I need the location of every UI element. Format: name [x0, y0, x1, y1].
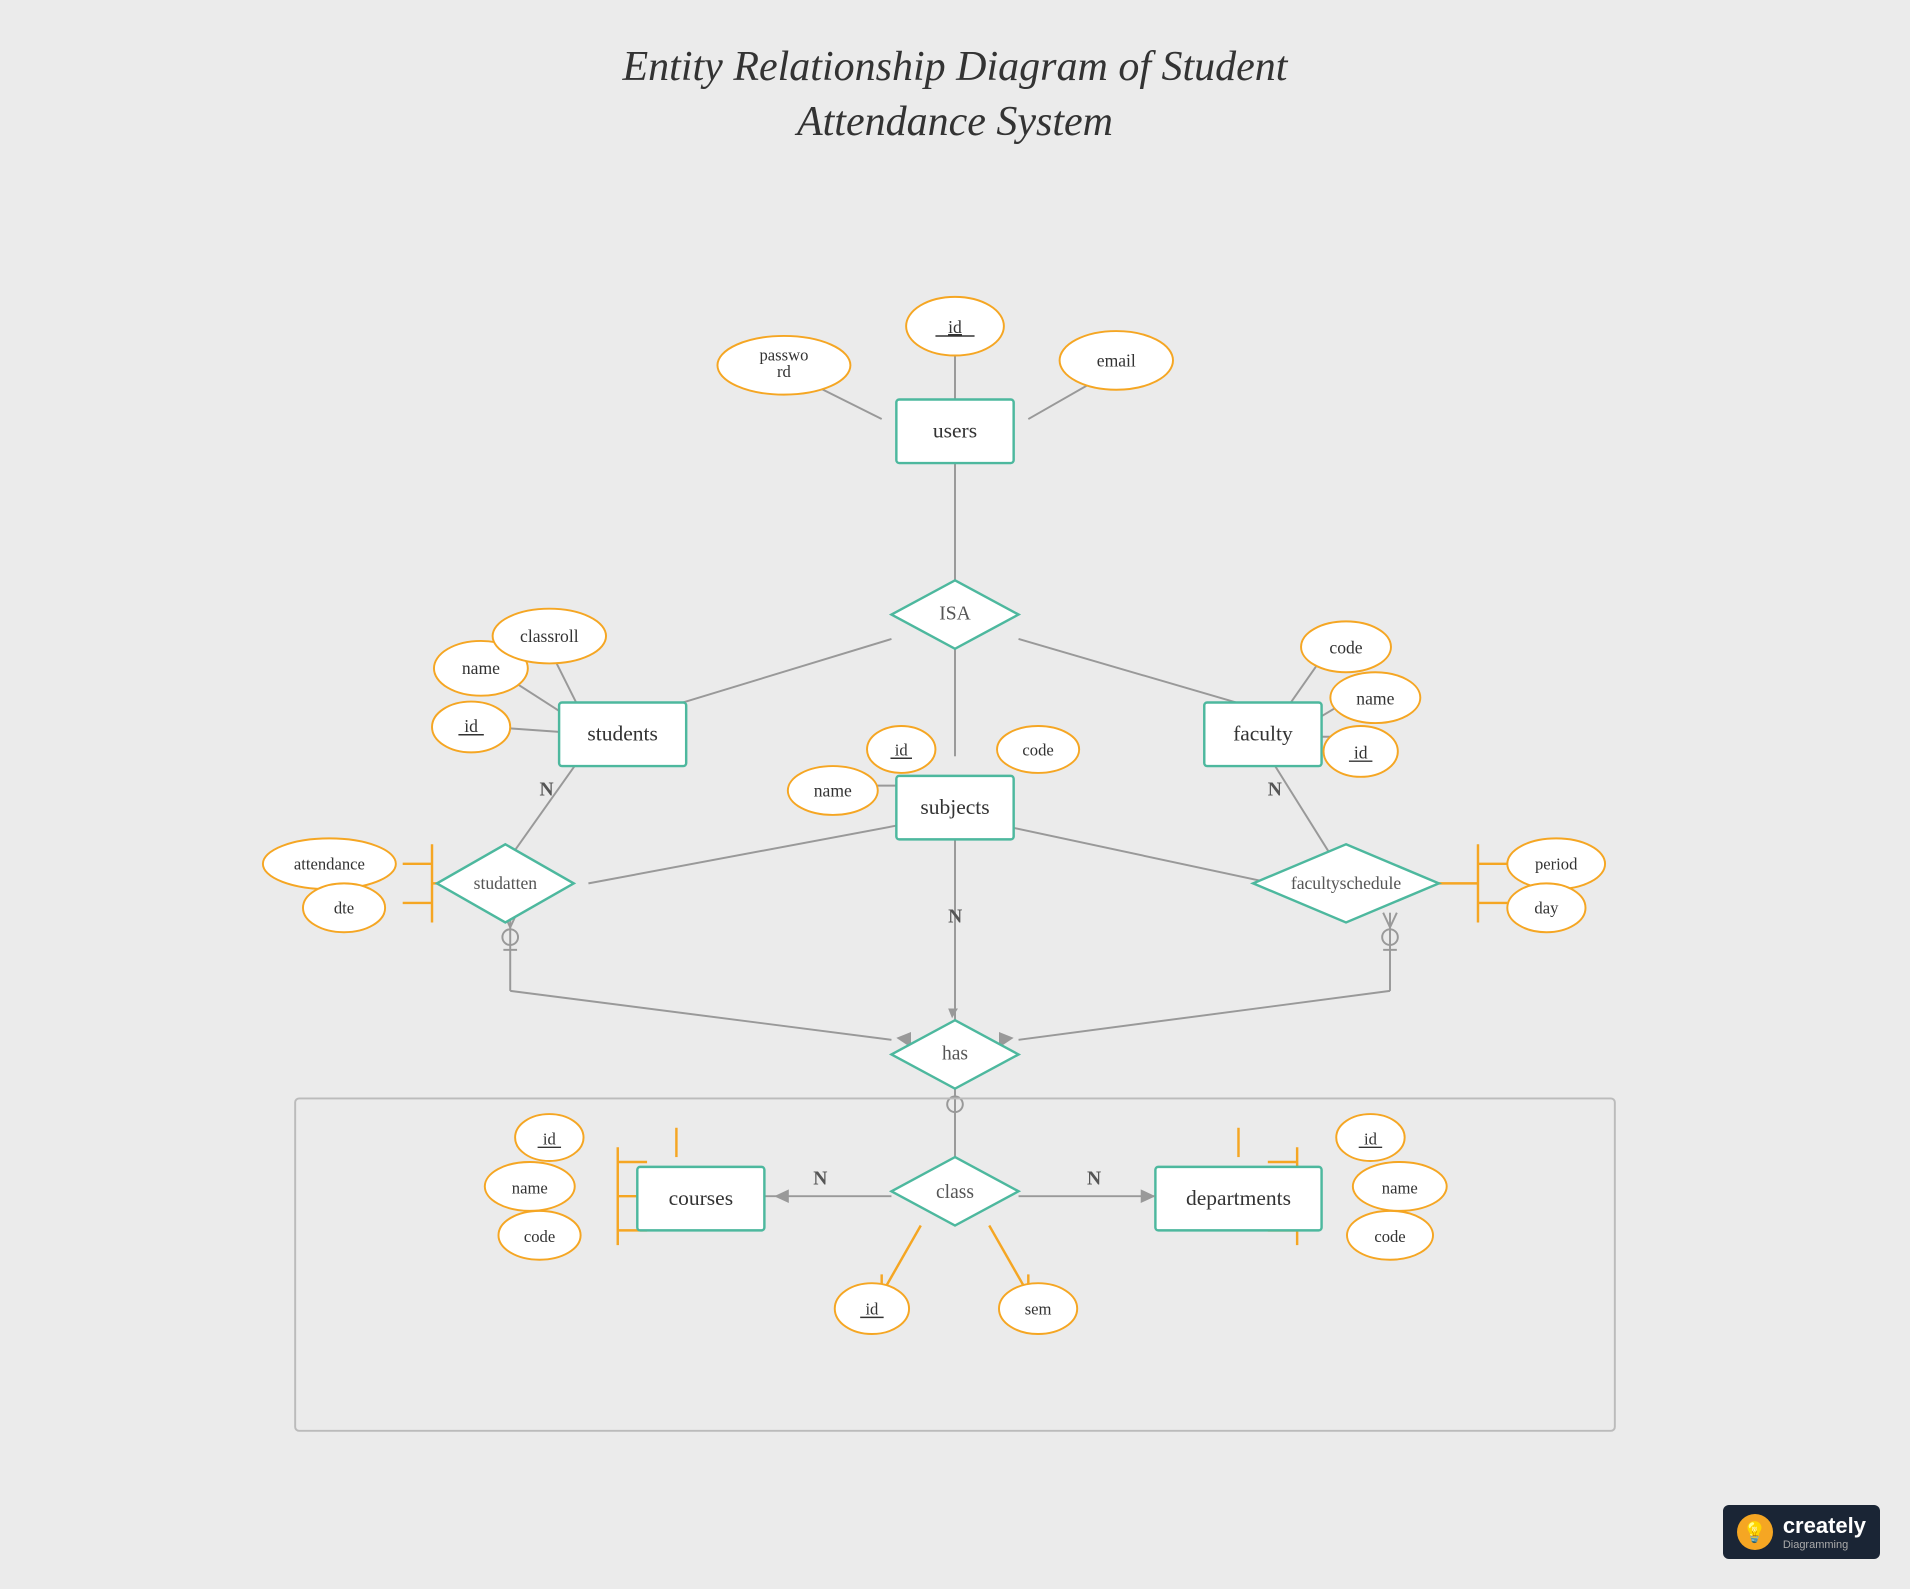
isa-label: ISA	[939, 603, 971, 624]
facultyschedule-label: facultyschedule	[1291, 873, 1401, 893]
n-label-subjects-has: N	[948, 906, 962, 927]
creately-logo: 💡 creately Diagramming	[1723, 1505, 1880, 1559]
faculty-entity-label: faculty	[1233, 722, 1293, 746]
subjects-id-attr: id	[895, 740, 909, 759]
courses-name-attr: name	[512, 1178, 548, 1197]
class-id-attr: id	[865, 1299, 879, 1318]
diagram-title: Entity Relationship Diagram of Student A…	[0, 0, 1910, 149]
n-label-departments: N	[1087, 1168, 1101, 1189]
class-sem-attr: sem	[1025, 1299, 1052, 1318]
er-diagram-svg: users students faculty subjects courses …	[100, 160, 1810, 1509]
users-email-attr: email	[1097, 350, 1136, 370]
logo-bulb-icon: 💡	[1737, 1514, 1773, 1550]
students-name-attr: name	[462, 658, 500, 678]
studatten-label: studatten	[474, 873, 538, 893]
facultyschedule-period-attr: period	[1535, 855, 1578, 874]
studatten-attendance-attr: attendance	[294, 855, 365, 874]
class-label: class	[936, 1182, 974, 1203]
users-password-attr2: rd	[777, 362, 792, 381]
departments-code-attr: code	[1374, 1227, 1405, 1246]
students-id-attr: id	[464, 716, 478, 736]
has-label: has	[942, 1043, 968, 1064]
logo-brand-name: creately	[1783, 1513, 1866, 1539]
main-container: Entity Relationship Diagram of Student A…	[0, 0, 1910, 1589]
courses-entity-label: courses	[669, 1186, 733, 1210]
students-entity-label: students	[587, 722, 657, 746]
faculty-id-attr: id	[1354, 742, 1368, 762]
courses-id-attr: id	[543, 1129, 557, 1148]
subjects-entity-label: subjects	[920, 795, 989, 819]
users-entity-label: users	[933, 419, 977, 443]
students-classroll-attr: classroll	[520, 626, 579, 646]
n-label-2: N	[1268, 779, 1282, 800]
courses-code-attr: code	[524, 1227, 555, 1246]
users-id-attr: id	[948, 317, 962, 337]
logo-sub-text: Diagramming	[1783, 1539, 1866, 1551]
facultyschedule-day-attr: day	[1534, 899, 1559, 918]
departments-entity-label: departments	[1186, 1186, 1291, 1210]
faculty-code-attr: code	[1329, 638, 1362, 658]
departments-name-attr: name	[1382, 1178, 1418, 1197]
logo-text-block: creately Diagramming	[1783, 1513, 1866, 1551]
subjects-name-attr: name	[814, 780, 852, 800]
faculty-name-attr: name	[1356, 688, 1394, 708]
subjects-code-attr: code	[1022, 740, 1053, 759]
studatten-dte-attr: dte	[334, 899, 354, 918]
departments-id-attr: id	[1364, 1129, 1378, 1148]
n-label-1: N	[540, 779, 554, 800]
n-label-courses: N	[813, 1168, 827, 1189]
diagram-area: users students faculty subjects courses …	[100, 160, 1810, 1509]
